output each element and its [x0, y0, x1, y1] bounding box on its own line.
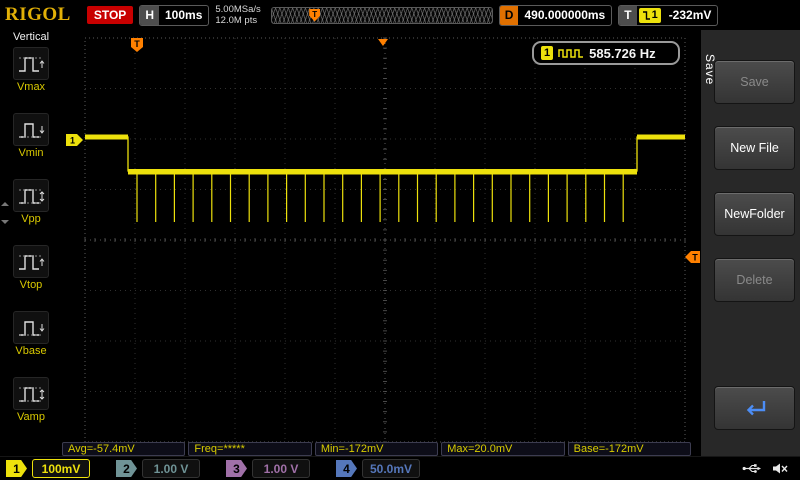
menu-item-vbase[interactable]: Vbase: [13, 311, 49, 357]
sample-rate: 5.00MSa/s: [215, 4, 261, 15]
counter-channel-chip: 1: [541, 46, 554, 60]
channel-4-scale: 50.0mV: [362, 459, 420, 478]
vamp-icon: [13, 377, 49, 410]
svg-text:T: T: [692, 253, 698, 263]
delete-button[interactable]: Delete: [714, 258, 795, 302]
memory-position-bar[interactable]: T: [270, 6, 493, 24]
return-button[interactable]: [714, 386, 795, 430]
usb-icon: [742, 464, 761, 473]
channel-3-scale: 1.00 V: [252, 459, 310, 478]
new-file-button[interactable]: New File: [714, 126, 795, 170]
svg-text:1: 1: [70, 136, 75, 146]
vpp-icon: [13, 179, 49, 212]
timebase-value: 100ms: [165, 8, 203, 22]
menu-title: Vertical: [12, 31, 50, 43]
measurement-avg[interactable]: Avg=-57.4mV: [62, 442, 186, 456]
horizontal-label: H: [140, 5, 159, 25]
measurement-min[interactable]: Min=-172mV: [314, 442, 439, 456]
status-bar: RIGOL STOP H 100ms 5.00MSa/s 12.0M pts T…: [0, 0, 800, 30]
delay-value: 490.000000ms: [524, 8, 606, 22]
channel-3-tag: 3: [226, 460, 247, 477]
trigger-group[interactable]: T 1 -232mV: [618, 4, 719, 26]
delay-group[interactable]: D 490.000000ms: [498, 4, 613, 26]
channel-2-tag: 2: [116, 460, 137, 477]
vmin-icon: [13, 113, 49, 146]
memory-depth: 12.0M pts: [215, 15, 258, 26]
channel-4-status[interactable]: 4 50.0mV: [336, 459, 420, 478]
measurement-base[interactable]: Base=-172mV: [567, 442, 692, 456]
vtop-icon: [13, 245, 49, 278]
channel-1-status[interactable]: 1 100mV: [6, 459, 90, 478]
measurement-max[interactable]: Max=20.0mV: [441, 442, 565, 456]
save-button[interactable]: Save: [714, 60, 795, 104]
menu-item-label: Vbase: [15, 345, 47, 357]
trigger-source: 1: [651, 9, 658, 21]
channel-1-scale: 100mV: [32, 459, 90, 478]
softkey-menu: Save Save New File NewFolder Delete: [700, 30, 800, 456]
channel-3-status[interactable]: 3 1.00 V: [226, 459, 310, 478]
run-state-indicator[interactable]: STOP: [86, 6, 134, 24]
channel-1-tag: 1: [6, 460, 27, 477]
channel-2-status[interactable]: 2 1.00 V: [116, 459, 200, 478]
new-folder-button[interactable]: NewFolder: [714, 192, 795, 236]
speaker-mute-icon[interactable]: [772, 462, 788, 475]
oscilloscope-screen: RIGOL STOP H 100ms 5.00MSa/s 12.0M pts T…: [0, 0, 800, 480]
menu-item-label: Vtop: [19, 279, 43, 291]
return-arrow-icon: [746, 401, 765, 416]
delay-label: D: [499, 5, 519, 25]
measurement-bar: Avg=-57.4mV Freq=***** Min=-172mV Max=20…: [62, 442, 692, 456]
counter-value: 585.726 Hz: [589, 45, 656, 61]
menu-item-label: Vmin: [18, 147, 44, 159]
menu-item-label: Vamp: [17, 411, 45, 423]
frequency-counter: 1 585.726 Hz: [532, 41, 680, 65]
menu-item-label: Vpp: [21, 213, 41, 225]
acquisition-info: 5.00MSa/s 12.0M pts: [215, 4, 260, 26]
menu-item-vtop[interactable]: Vtop: [13, 245, 49, 291]
trigger-position-marker[interactable]: T: [309, 8, 321, 22]
trigger-label: T: [619, 5, 637, 25]
menu-item-vmin[interactable]: Vmin: [13, 113, 49, 159]
menu-item-vmax[interactable]: Vmax: [13, 47, 49, 93]
channel-status-bar: 1 100mV 2 1.00 V 3 1.00 V 4 50.0mV: [0, 456, 800, 480]
vmax-icon: [13, 47, 49, 80]
trigger-source-chip: 1: [638, 7, 661, 23]
menu-item-label: Vmax: [16, 81, 46, 93]
falling-edge-icon: [642, 10, 650, 20]
vbase-icon: [13, 311, 49, 344]
svg-text:T: T: [134, 39, 140, 49]
left-softkey-menu: Vertical Vmax Vmin Vpp Vtop Vbase Vamp: [0, 30, 62, 456]
menu-page-indicator: [1, 198, 9, 228]
scope-display: T 1 T: [66, 37, 701, 443]
system-icons: [742, 462, 788, 475]
square-wave-icon: [558, 48, 584, 58]
channel-2-scale: 1.00 V: [142, 459, 200, 478]
menu-item-vpp[interactable]: Vpp: [13, 179, 49, 225]
brand-logo: RIGOL: [5, 4, 71, 25]
horizontal-group[interactable]: H 100ms: [139, 4, 210, 26]
trigger-level-value: -232mV: [668, 8, 712, 22]
channel-4-tag: 4: [336, 460, 357, 477]
menu-item-vamp[interactable]: Vamp: [13, 377, 49, 423]
measurement-freq[interactable]: Freq=*****: [188, 442, 312, 456]
